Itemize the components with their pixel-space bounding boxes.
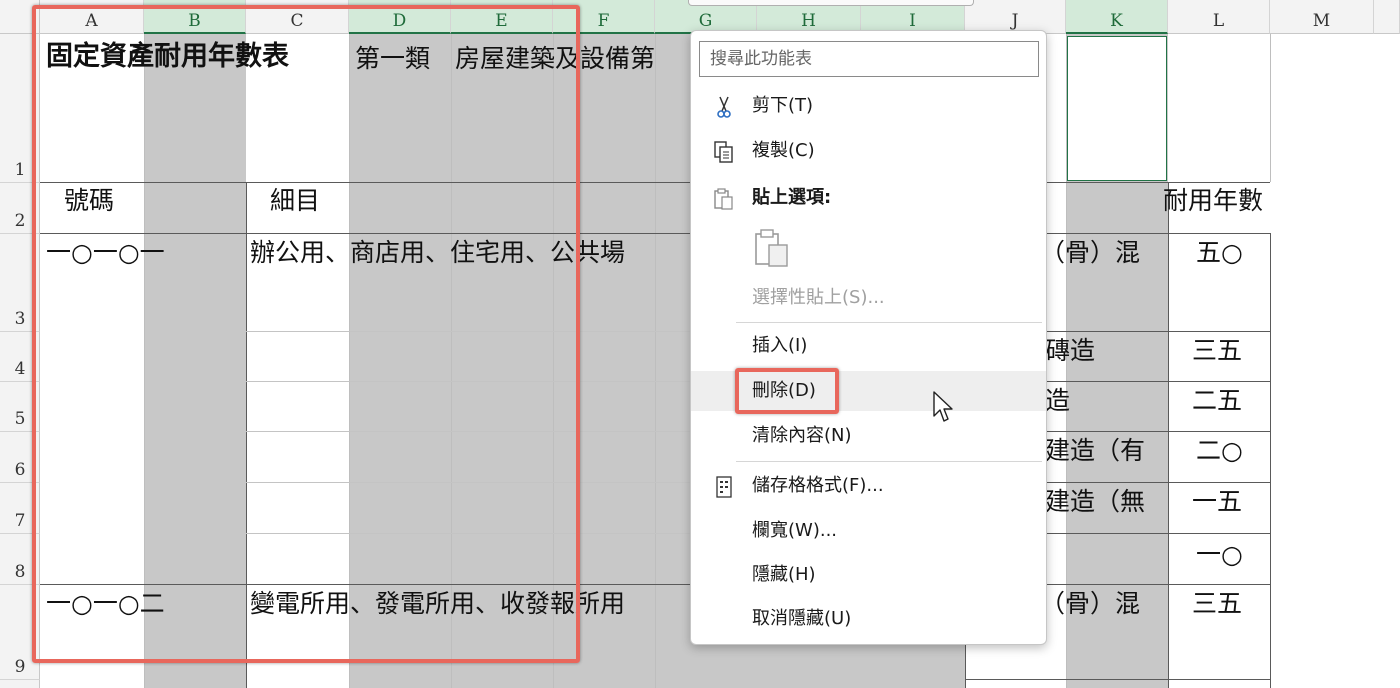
menu-item-label: 貼上選項: (752, 187, 832, 208)
row-number: 4 (14, 359, 26, 379)
grid-vline (1168, 183, 1169, 688)
highlight-box-columns (32, 5, 580, 663)
menu-item-paste-special[interactable]: 選擇性貼上(S)... (691, 278, 1046, 318)
cell-j5: 造 (1045, 386, 1071, 415)
format-cells-icon (716, 476, 732, 498)
grid-hline (965, 679, 1270, 680)
menu-item-label: 剪下(T) (752, 95, 814, 116)
menu-item-column-width[interactable]: 欄寬(W)... (691, 511, 1046, 551)
cell-j7: 建造（無 (1045, 487, 1146, 516)
cell-l9: 三五 (1192, 589, 1243, 618)
row-number: 6 (14, 460, 26, 480)
copy-icon (714, 141, 733, 163)
cell-l8: 一○ (1196, 540, 1243, 569)
menu-item-label: 欄寬(W)... (752, 520, 838, 541)
menu-item-hide[interactable]: 隱藏(H) (691, 555, 1046, 595)
menu-item-unhide[interactable]: 取消隱藏(U) (691, 599, 1046, 639)
cell-l5: 二五 (1192, 386, 1243, 415)
cell-l2-years-header: 耐用年數 (1163, 186, 1264, 215)
row-number: 5 (14, 409, 26, 429)
cell-l3: 五○ (1196, 238, 1243, 267)
menu-item-insert[interactable]: 插入(I) (691, 326, 1046, 366)
menu-item-label: 隱藏(H) (752, 564, 816, 585)
menu-item-label: 儲存格格式(F)... (752, 475, 884, 496)
menu-item-label: 清除內容(N) (752, 425, 852, 446)
menu-item-clear-contents[interactable]: 清除內容(N) (691, 416, 1046, 456)
row-number: 7 (14, 511, 26, 531)
menu-item-paste-options: 貼上選項: (691, 178, 1046, 218)
cell-j6: 建造（有 (1045, 436, 1146, 465)
highlight-box-delete (735, 368, 839, 414)
cell-j3: （骨）混 (1040, 238, 1141, 267)
mouse-cursor-icon (933, 391, 953, 422)
column-header-k[interactable]: K (1066, 0, 1168, 34)
scissors-icon (717, 96, 731, 118)
menu-item-cut[interactable]: 剪下(T) (691, 86, 1046, 126)
paste-clipboard-icon[interactable] (752, 227, 792, 269)
cell-j4: 磚造 (1045, 336, 1096, 365)
grid-vline (1270, 34, 1271, 182)
spreadsheet-grid[interactable]: A B C D E F G H I J K L M 1 2 3 4 5 6 7 … (0, 0, 1400, 688)
cell-l7: 一五 (1192, 487, 1243, 516)
menu-search-input[interactable]: 搜尋此功能表 (699, 41, 1039, 77)
column-header-n[interactable] (1374, 0, 1400, 34)
menu-item-label: 取消隱藏(U) (752, 608, 852, 629)
clipboard-icon (714, 188, 733, 210)
menu-item-label: 插入(I) (752, 335, 808, 356)
context-menu: 搜尋此功能表 剪下(T) 複製(C) 貼上選項: 選擇性貼上(S)... 插入(… (690, 30, 1047, 645)
column-header-m[interactable]: M (1270, 0, 1374, 34)
row-number: 8 (14, 562, 26, 582)
cell-j9: （骨）混 (1040, 589, 1141, 618)
grid-vline (1270, 233, 1271, 688)
column-header-l[interactable]: L (1168, 0, 1270, 34)
menu-item-label: 複製(C) (752, 140, 815, 161)
row-number: 9 (14, 657, 26, 677)
menu-separator (736, 461, 1042, 462)
menu-separator (736, 322, 1042, 323)
row-header-10[interactable] (0, 680, 40, 688)
menu-item-copy[interactable]: 複製(C) (691, 131, 1046, 171)
column-header-j[interactable]: J (965, 0, 1066, 34)
cell-l4: 三五 (1192, 336, 1243, 365)
row-number: 1 (14, 160, 26, 180)
menu-item-label: 選擇性貼上(S)... (752, 287, 885, 308)
cell-k1-outline[interactable] (1067, 36, 1167, 181)
row-number: 2 (14, 211, 26, 231)
row-number: 3 (14, 309, 26, 329)
grid-vline (655, 34, 656, 688)
cell-l6: 二○ (1196, 436, 1243, 465)
menu-top-strip (688, 0, 974, 6)
menu-item-format-cells[interactable]: 儲存格格式(F)... (691, 466, 1046, 506)
